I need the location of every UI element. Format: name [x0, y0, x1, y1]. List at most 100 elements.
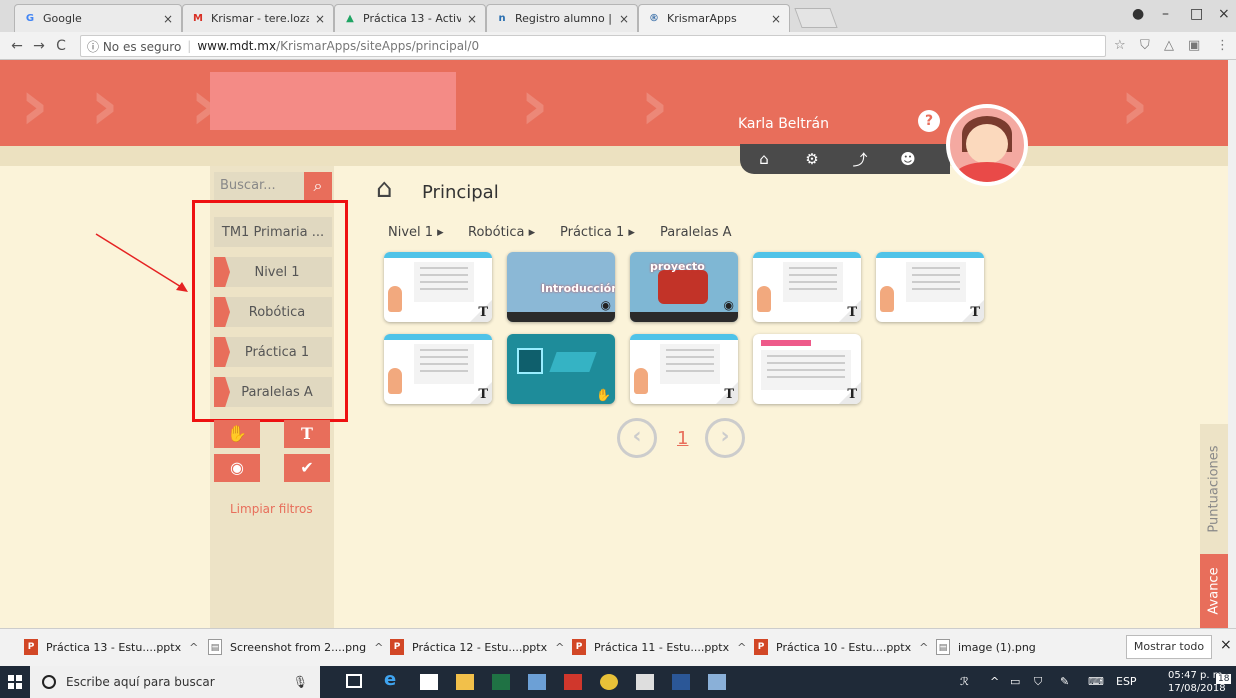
url-path: /KrismarApps/siteApps/principal/0 — [276, 39, 480, 53]
card-document — [906, 262, 966, 302]
help-icon[interactable]: ? — [918, 110, 940, 132]
dropbox-icon[interactable]: ⛉ — [1034, 675, 1042, 689]
download-item[interactable]: P Práctica 11 - Estu....pptx ^ — [572, 639, 746, 655]
clear-filters-link[interactable]: Limpiar filtros — [230, 502, 313, 516]
search-icon[interactable]: ⌕ — [304, 172, 332, 200]
taskbar-search-field[interactable]: Escribe aquí para buscar 🎙 — [30, 666, 320, 698]
tab-krismarapps[interactable]: ® KrismarApps × — [638, 4, 790, 32]
avatar[interactable] — [946, 104, 1028, 186]
store-icon[interactable] — [420, 674, 438, 690]
microphone-icon[interactable]: 🎙 — [293, 675, 308, 689]
app-icon[interactable] — [528, 674, 546, 690]
check-filter-icon[interactable]: ✔ — [284, 454, 330, 482]
close-icon[interactable]: × — [771, 12, 781, 26]
breadcrumb-level[interactable]: Nivel 1 ▸ — [388, 225, 444, 240]
app-icon[interactable] — [636, 674, 654, 690]
scores-tab[interactable]: Puntuaciones — [1200, 424, 1228, 554]
file-explorer-icon[interactable] — [456, 674, 474, 690]
page-scrollbar[interactable] — [1228, 60, 1236, 628]
activity-card-video[interactable]: Introducción ◉ — [507, 252, 615, 322]
word-icon[interactable] — [672, 674, 690, 690]
excel-icon[interactable] — [492, 674, 510, 690]
close-icon[interactable]: × — [315, 12, 325, 26]
chevron-up-icon[interactable]: ^ — [555, 641, 564, 654]
extension-icon[interactable]: ⛉ — [1140, 38, 1150, 53]
photos-icon[interactable] — [708, 674, 726, 690]
text-type-badge: T — [724, 387, 734, 402]
close-icon[interactable]: × — [467, 12, 477, 26]
tab-netica[interactable]: n Registro alumno | Netica × — [486, 4, 638, 32]
maximize-icon[interactable]: □ — [1190, 6, 1203, 22]
minimize-icon[interactable]: – — [1162, 6, 1169, 22]
tab-drive[interactable]: ▲ Práctica 13 - Activando l × — [334, 4, 486, 32]
progress-tab[interactable]: Avance — [1200, 554, 1228, 628]
acrobat-icon[interactable] — [564, 674, 582, 690]
profile-extension-icon[interactable]: ▣ — [1188, 38, 1200, 53]
window-close-icon[interactable]: × — [1218, 6, 1230, 22]
url-field[interactable]: ⓘ No es seguro | www.mdt.mx/KrismarApps/… — [80, 35, 1106, 57]
close-icon[interactable]: × — [619, 12, 629, 26]
download-item[interactable]: ▤ image (1).png ^ — [936, 639, 1145, 655]
breadcrumb-subject[interactable]: Robótica ▸ — [468, 225, 535, 240]
task-view-icon[interactable] — [346, 674, 362, 688]
language-indicator[interactable]: ESP — [1116, 675, 1137, 688]
back-icon[interactable]: ← — [6, 38, 28, 54]
next-page-button[interactable]: › — [705, 418, 745, 458]
chevron-up-icon[interactable]: ^ — [374, 641, 383, 654]
reload-icon[interactable]: C — [50, 38, 72, 54]
settings-icon[interactable]: ⚙ — [788, 150, 836, 168]
download-item[interactable]: P Práctica 10 - Estu....pptx ^ — [754, 639, 928, 655]
pen-icon[interactable]: ✎ — [1060, 675, 1069, 688]
menu-icon[interactable]: ⋮ — [1216, 38, 1229, 53]
activity-card[interactable]: T — [753, 252, 861, 322]
text-filter-icon[interactable]: T — [284, 420, 330, 448]
edge-icon[interactable]: e — [384, 669, 402, 690]
close-downloads-icon[interactable]: × — [1220, 637, 1232, 653]
chrome-icon[interactable] — [600, 674, 618, 690]
close-icon[interactable]: × — [163, 12, 173, 26]
new-tab-button[interactable] — [794, 8, 838, 28]
card-topbar — [753, 252, 861, 258]
activity-card[interactable]: T — [876, 252, 984, 322]
download-item[interactable]: P Práctica 12 - Estu....pptx ^ — [390, 639, 564, 655]
eye-filter-icon[interactable]: ◉ — [214, 454, 260, 482]
people-icon[interactable]: ℛ — [960, 675, 969, 688]
tab-google[interactable]: G Google × — [14, 4, 182, 32]
profile-icon[interactable]: ● — [1132, 6, 1144, 22]
chevron-up-icon[interactable]: ^ — [919, 641, 928, 654]
activity-card[interactable]: T — [753, 334, 861, 404]
breadcrumb-practice[interactable]: Práctica 1 ▸ — [560, 225, 635, 240]
users-icon[interactable]: ☻ — [884, 150, 932, 168]
drive-extension-icon[interactable]: △ — [1164, 38, 1174, 53]
breadcrumb-topic[interactable]: Paralelas A — [660, 225, 732, 240]
search-input[interactable]: Buscar... — [220, 178, 276, 193]
activity-card-interactive[interactable]: ✋ — [507, 334, 615, 404]
progress-chart-icon[interactable]: ⤴ — [836, 149, 884, 170]
activity-card[interactable]: T — [384, 334, 492, 404]
highlight-box — [192, 200, 348, 422]
page-number[interactable]: 1 — [677, 428, 688, 449]
show-all-button[interactable]: Mostrar todo — [1126, 635, 1212, 659]
download-item[interactable]: ▤ Screenshot from 2....png ^ — [208, 639, 383, 655]
chevron-up-icon[interactable]: ^ — [990, 675, 999, 688]
battery-icon[interactable]: ▭ — [1010, 675, 1020, 688]
card-document — [660, 344, 720, 384]
tab-gmail[interactable]: M Krismar - tere.loza.netica × — [182, 4, 334, 32]
card-document — [414, 262, 474, 302]
windows-start-icon[interactable] — [8, 675, 22, 689]
chevron-up-icon[interactable]: ^ — [737, 641, 746, 654]
notification-center-icon[interactable]: 18 — [1216, 674, 1232, 684]
hand-filter-icon[interactable]: ✋ — [214, 420, 260, 448]
forward-icon[interactable]: → — [28, 38, 50, 54]
search-box[interactable]: Buscar... ⌕ — [214, 172, 332, 200]
tab-title: Google — [43, 12, 82, 25]
keyboard-icon[interactable]: ⌨ — [1088, 675, 1104, 688]
star-icon[interactable]: ☆ — [1114, 38, 1126, 53]
download-item[interactable]: P Práctica 13 - Estu....pptx ^ — [24, 639, 198, 655]
activity-card-video[interactable]: proyecto ◉ — [630, 252, 738, 322]
chevron-up-icon[interactable]: ^ — [189, 641, 198, 654]
home-icon[interactable]: ⌂ — [740, 150, 788, 168]
activity-card[interactable]: T — [630, 334, 738, 404]
activity-card[interactable]: T — [384, 252, 492, 322]
prev-page-button[interactable]: ‹ — [617, 418, 657, 458]
